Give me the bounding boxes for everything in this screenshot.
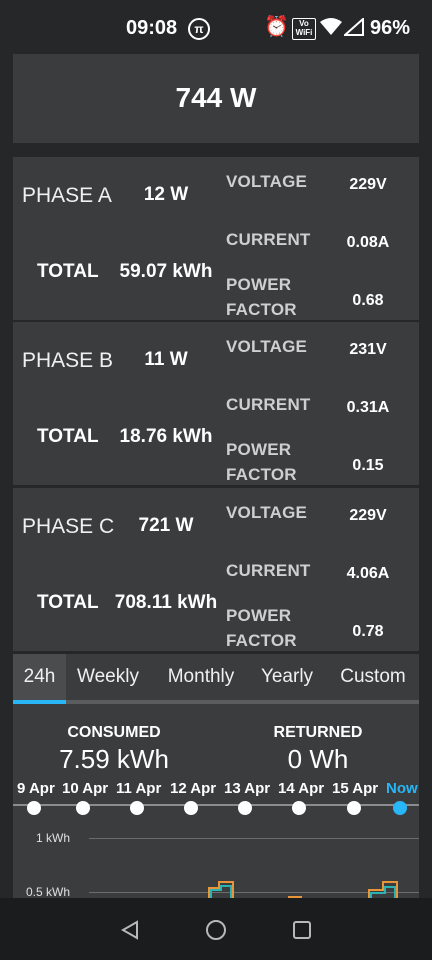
- tab-yearly[interactable]: Yearly: [253, 654, 321, 700]
- total-label: TOTAL: [37, 592, 99, 613]
- power-factor-label-line1: POWER: [226, 275, 292, 294]
- wifi-icon: [320, 18, 342, 35]
- total-label: TOTAL: [37, 426, 99, 447]
- total-power-card: 744 W: [13, 54, 419, 143]
- phase-power-factor: 0.78: [352, 623, 384, 640]
- power-factor-label-line2: FACTOR: [226, 300, 297, 319]
- phase-total-energy: 59.07 kWh: [119, 261, 213, 282]
- signal-icon: [344, 18, 364, 36]
- phase-voltage: 229V: [349, 176, 387, 193]
- voltage-label: VOLTAGE: [226, 337, 308, 356]
- voltage-label: VOLTAGE: [226, 503, 308, 522]
- status-time: 09:08: [126, 17, 178, 39]
- back-icon[interactable]: [120, 920, 140, 940]
- power-factor-label-line1: POWER: [226, 606, 292, 625]
- phase-name: PHASE B: [22, 349, 114, 372]
- phase-name: PHASE C: [22, 515, 115, 538]
- consumption-chart: [208, 881, 398, 900]
- total-power-value: 744 W: [175, 82, 257, 113]
- phase-power: 12 W: [143, 184, 189, 205]
- phase-name: PHASE A: [22, 184, 112, 207]
- status-bar: 09:08 π ⏰ Vo WiFi 96%: [0, 0, 432, 50]
- phase-power: 11 W: [144, 349, 188, 370]
- tab-24h[interactable]: 24h: [13, 654, 66, 700]
- period-tabs: 24h Weekly Monthly Yearly Custom: [13, 654, 419, 700]
- power-factor-label-line1: POWER: [226, 440, 292, 459]
- phase-b-card: PHASE B 11 W TOTAL 18.76 kWh VOLTAGE 231…: [13, 322, 419, 485]
- alarm-icon: ⏰: [264, 16, 289, 38]
- battery-percentage: 96%: [370, 17, 411, 39]
- energy-summary: CONSUMED 7.59 kWh RETURNED 0 Wh 9 Apr 10…: [13, 704, 419, 900]
- phase-voltage: 231V: [349, 341, 387, 358]
- phase-c-card: PHASE C 721 W TOTAL 708.11 kWh VOLTAGE 2…: [13, 488, 419, 651]
- current-label: CURRENT: [226, 395, 311, 414]
- power-factor-label-line2: FACTOR: [226, 631, 297, 650]
- total-label: TOTAL: [37, 261, 99, 282]
- phase-a-card: PHASE A 12 W TOTAL 59.07 kWh VOLTAGE 229…: [13, 157, 419, 320]
- phase-power-factor: 0.15: [352, 457, 384, 474]
- power-factor-label-line2: FACTOR: [226, 465, 297, 484]
- phase-total-energy: 18.76 kWh: [119, 426, 213, 447]
- phase-power-factor: 0.68: [352, 292, 384, 309]
- current-label: CURRENT: [226, 230, 311, 249]
- voltage-label: VOLTAGE: [226, 172, 308, 191]
- current-label: CURRENT: [226, 561, 311, 580]
- phase-total-energy: 708.11 kWh: [114, 592, 218, 613]
- tab-custom[interactable]: Custom: [335, 654, 411, 700]
- phase-current: 0.31A: [346, 399, 390, 416]
- phase-current: 4.06A: [346, 565, 390, 582]
- phase-current: 0.08A: [346, 234, 390, 251]
- tab-monthly[interactable]: Monthly: [159, 654, 243, 700]
- vowifi-icon: Vo WiFi: [292, 18, 316, 40]
- pi-icon: π: [188, 18, 210, 40]
- recents-icon[interactable]: [292, 920, 312, 940]
- home-icon[interactable]: [205, 919, 227, 941]
- phase-power: 721 W: [138, 515, 194, 536]
- tab-weekly[interactable]: Weekly: [71, 654, 145, 700]
- system-navigation-bar: [0, 898, 432, 960]
- phase-voltage: 229V: [349, 507, 387, 524]
